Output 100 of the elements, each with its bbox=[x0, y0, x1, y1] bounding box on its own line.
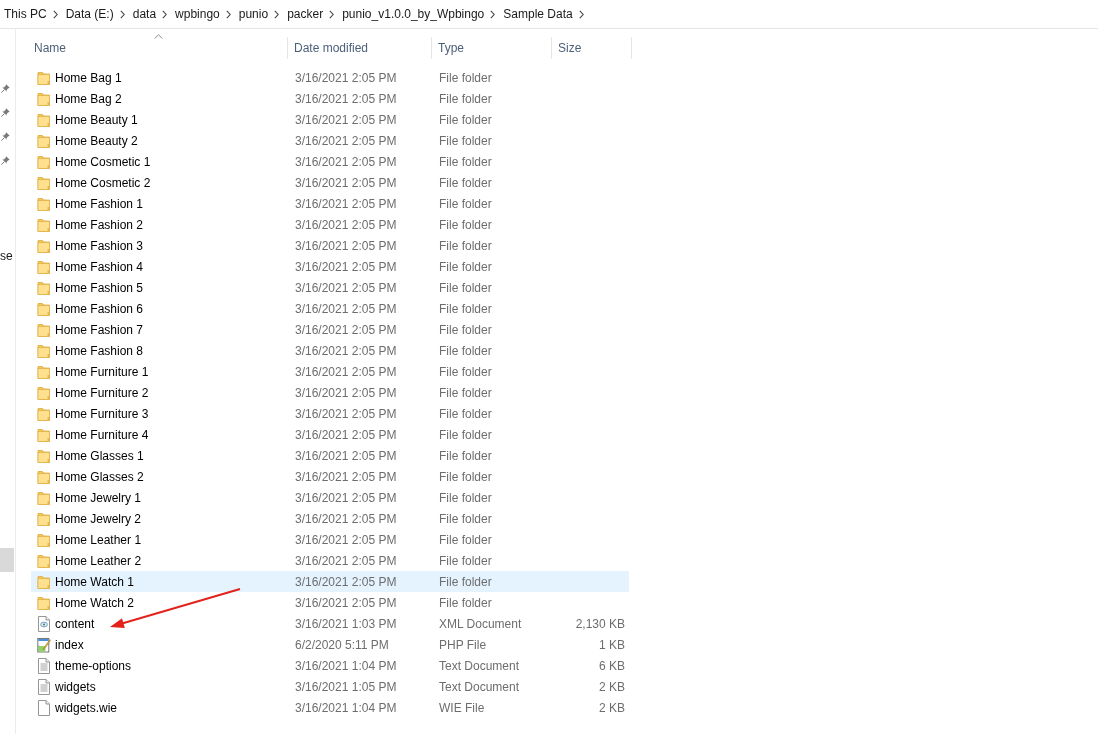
file-name: Home Bag 2 bbox=[55, 91, 122, 106]
folder-icon bbox=[37, 195, 51, 212]
file-row[interactable]: widgets.wie 3/16/2021 1:04 PM WIE File 2 KB bbox=[31, 697, 629, 718]
file-name: Home Furniture 4 bbox=[55, 427, 149, 442]
chevron-icon[interactable] bbox=[490, 9, 496, 19]
folder-icon bbox=[37, 384, 51, 401]
file-row[interactable]: Home Furniture 1 3/16/2021 2:05 PM File folder bbox=[31, 361, 629, 382]
column-header[interactable]: Date modified bbox=[288, 37, 432, 59]
folder-icon bbox=[37, 552, 51, 569]
folder-icon bbox=[37, 111, 51, 128]
folder-icon bbox=[37, 258, 51, 275]
file-row[interactable]: Home Bag 2 3/16/2021 2:05 PM File folder bbox=[31, 88, 629, 109]
file-name: Home Beauty 2 bbox=[55, 133, 138, 148]
folder-icon bbox=[37, 489, 51, 506]
file-row[interactable]: Home Glasses 1 3/16/2021 2:05 PM File folder bbox=[31, 445, 629, 466]
file-row[interactable]: theme-options 3/16/2021 1:04 PM Text Document 6 KB bbox=[31, 655, 629, 676]
file-row[interactable]: Home Jewelry 2 3/16/2021 2:05 PM File folder bbox=[31, 508, 629, 529]
file-row[interactable]: Home Leather 2 3/16/2021 2:05 PM File folder bbox=[31, 550, 629, 571]
file-row[interactable]: content 3/16/2021 1:03 PM XML Document 2,130 KB bbox=[31, 613, 629, 634]
breadcrumb-item[interactable]: packer bbox=[283, 3, 328, 25]
breadcrumb-item[interactable]: punio bbox=[234, 3, 273, 25]
file-row[interactable]: Home Fashion 7 3/16/2021 2:05 PM File folder bbox=[31, 319, 629, 340]
folder-icon bbox=[37, 90, 51, 107]
date-modified: 3/16/2021 2:05 PM bbox=[294, 469, 397, 484]
chevron-icon[interactable] bbox=[274, 9, 280, 19]
folder-icon bbox=[37, 300, 51, 317]
breadcrumb-item[interactable]: data bbox=[128, 3, 161, 25]
file-row[interactable]: Home Furniture 3 3/16/2021 2:05 PM File folder bbox=[31, 403, 629, 424]
file-size: 2 KB bbox=[599, 700, 626, 715]
file-type: File folder bbox=[438, 259, 492, 274]
file-row[interactable]: Home Furniture 2 3/16/2021 2:05 PM File folder bbox=[31, 382, 629, 403]
chevron-icon[interactable] bbox=[119, 9, 125, 19]
file-name: Home Glasses 2 bbox=[55, 469, 144, 484]
date-modified: 3/16/2021 2:05 PM bbox=[294, 217, 397, 232]
file-row[interactable]: Home Beauty 2 3/16/2021 2:05 PM File folder bbox=[31, 130, 629, 151]
file-name: Home Glasses 1 bbox=[55, 448, 144, 463]
file-row[interactable]: Home Furniture 4 3/16/2021 2:05 PM File folder bbox=[31, 424, 629, 445]
file-row[interactable]: Home Cosmetic 1 3/16/2021 2:05 PM File folder bbox=[31, 151, 629, 172]
date-modified: 3/16/2021 1:04 PM bbox=[294, 658, 397, 673]
date-modified: 3/16/2021 2:05 PM bbox=[294, 91, 397, 106]
file-row[interactable]: Home Watch 2 3/16/2021 2:05 PM File folder bbox=[31, 592, 629, 613]
file-name: Home Fashion 7 bbox=[55, 322, 144, 337]
file-type: File folder bbox=[438, 301, 492, 316]
date-modified: 3/16/2021 1:03 PM bbox=[294, 616, 397, 631]
file-type: File folder bbox=[438, 133, 492, 148]
breadcrumb-item[interactable]: This PC bbox=[0, 3, 51, 25]
file-name: Home Furniture 1 bbox=[55, 364, 149, 379]
file-type: File folder bbox=[438, 448, 492, 463]
file-row[interactable]: index 6/2/2020 5:11 PM PHP File 1 KB bbox=[31, 634, 629, 655]
column-header[interactable]: Size bbox=[552, 37, 632, 59]
file-row[interactable]: Home Fashion 4 3/16/2021 2:05 PM File folder bbox=[31, 256, 629, 277]
file-type: XML Document bbox=[438, 616, 522, 631]
file-row[interactable]: Home Fashion 8 3/16/2021 2:05 PM File folder bbox=[31, 340, 629, 361]
date-modified: 3/16/2021 2:05 PM bbox=[294, 112, 397, 127]
file-type: File folder bbox=[438, 532, 492, 547]
file-row[interactable]: Home Leather 1 3/16/2021 2:05 PM File folder bbox=[31, 529, 629, 550]
breadcrumb-item[interactable]: wpbingo bbox=[171, 3, 224, 25]
file-type: File folder bbox=[438, 238, 492, 253]
file-row[interactable]: Home Glasses 2 3/16/2021 2:05 PM File folder bbox=[31, 466, 629, 487]
chevron-icon[interactable] bbox=[578, 9, 584, 19]
chevron-icon[interactable] bbox=[329, 9, 335, 19]
file-row[interactable]: Home Jewelry 1 3/16/2021 2:05 PM File folder bbox=[31, 487, 629, 508]
folder-icon bbox=[37, 405, 51, 422]
file-row[interactable]: Home Beauty 1 3/16/2021 2:05 PM File folder bbox=[31, 109, 629, 130]
chevron-icon[interactable] bbox=[225, 9, 231, 19]
file-row[interactable]: Home Fashion 3 3/16/2021 2:05 PM File folder bbox=[31, 235, 629, 256]
column-header[interactable]: Name bbox=[31, 37, 288, 59]
date-modified: 3/16/2021 2:05 PM bbox=[294, 322, 397, 337]
file-row[interactable]: Home Cosmetic 2 3/16/2021 2:05 PM File folder bbox=[31, 172, 629, 193]
date-modified: 3/16/2021 2:05 PM bbox=[294, 490, 397, 505]
file-name: Home Furniture 2 bbox=[55, 385, 149, 400]
folder-icon bbox=[37, 216, 51, 233]
file-type: File folder bbox=[438, 427, 492, 442]
date-modified: 3/16/2021 2:05 PM bbox=[294, 532, 397, 547]
file-size: 2 KB bbox=[599, 679, 626, 694]
folder-icon bbox=[37, 69, 51, 86]
file-row[interactable]: Home Fashion 6 3/16/2021 2:05 PM File folder bbox=[31, 298, 629, 319]
breadcrumb-item[interactable]: punio_v1.0.0_by_Wpbingo bbox=[338, 3, 489, 25]
file-row[interactable]: Home Watch 1 3/16/2021 2:05 PM File folder bbox=[31, 571, 629, 592]
breadcrumb-item[interactable]: Sample Data bbox=[499, 3, 577, 25]
folder-icon bbox=[37, 174, 51, 191]
breadcrumb-item[interactable]: Data (E:) bbox=[61, 3, 118, 25]
file-type: File folder bbox=[438, 196, 492, 211]
date-modified: 3/16/2021 2:05 PM bbox=[294, 70, 397, 85]
file-row[interactable]: Home Bag 1 3/16/2021 2:05 PM File folder bbox=[31, 67, 629, 88]
column-header[interactable]: Type bbox=[432, 37, 552, 59]
file-row[interactable]: Home Fashion 5 3/16/2021 2:05 PM File folder bbox=[31, 277, 629, 298]
file-row[interactable]: Home Fashion 1 3/16/2021 2:05 PM File folder bbox=[31, 193, 629, 214]
folder-icon bbox=[37, 153, 51, 170]
folder-icon bbox=[37, 426, 51, 443]
file-size: 1 KB bbox=[599, 637, 626, 652]
folder-icon bbox=[37, 363, 51, 380]
file-type: File folder bbox=[438, 343, 492, 358]
chevron-icon[interactable] bbox=[52, 9, 58, 19]
file-name: content bbox=[55, 616, 95, 631]
nav-item[interactable]: se bbox=[0, 244, 14, 268]
file-row[interactable]: Home Fashion 2 3/16/2021 2:05 PM File folder bbox=[31, 214, 629, 235]
file-row[interactable]: widgets 3/16/2021 1:05 PM Text Document 2 KB bbox=[31, 676, 629, 697]
chevron-icon[interactable] bbox=[162, 9, 168, 19]
file-type: File folder bbox=[438, 406, 492, 421]
